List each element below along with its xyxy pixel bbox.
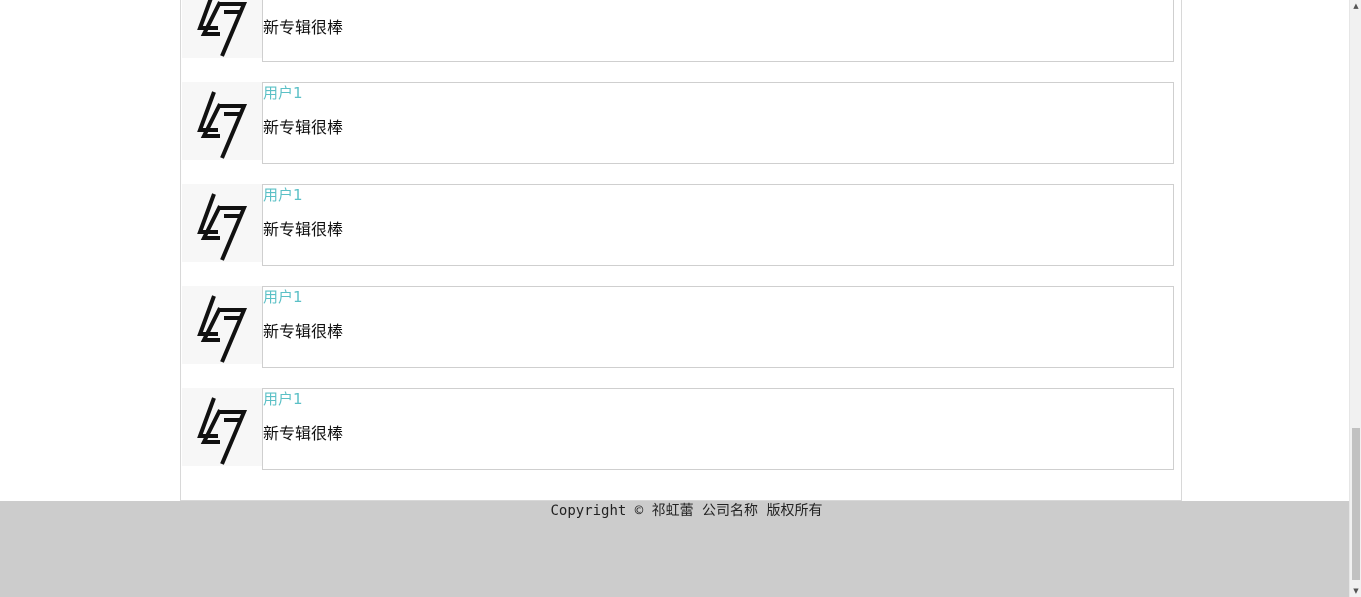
avatar[interactable] [182,286,262,364]
comment-text: 新专辑很棒 [263,18,344,37]
logo-47-icon [197,91,248,159]
comment-box: 新专辑很棒 [262,0,1174,62]
comment-text: 新专辑很棒 [263,424,344,443]
comment-username[interactable]: 用户1 [263,185,303,205]
page-viewport: 新专辑很棒 用户1 新专辑很棒 用户1 新专辑很棒 用户1 新专辑很棒 用户1 … [0,0,1349,597]
comment-item: 用户1 新专辑很棒 [182,82,1174,164]
comment-box: 用户1 新专辑很棒 [262,184,1174,266]
logo-47-icon [197,295,248,363]
logo-47-icon [197,193,248,261]
comment-item: 用户1 新专辑很棒 [182,388,1174,470]
comment-username[interactable]: 用户1 [263,389,303,409]
scrollbar-thumb[interactable] [1352,428,1360,580]
avatar[interactable] [182,388,262,466]
copyright-text: Copyright © 祁虹蕾 公司名称 版权所有 [550,503,823,519]
comment-box: 用户1 新专辑很棒 [262,388,1174,470]
comment-item: 新专辑很棒 [182,0,1174,62]
avatar[interactable] [182,82,262,160]
comment-item: 用户1 新专辑很棒 [182,184,1174,266]
logo-47-icon [197,0,248,57]
comment-text: 新专辑很棒 [263,118,344,137]
comment-box: 用户1 新专辑很棒 [262,286,1174,368]
footer: Copyright © 祁虹蕾 公司名称 版权所有 [0,501,1349,597]
logo-47-icon [197,397,248,465]
scroll-up-arrow-icon[interactable]: ▲ [1350,0,1361,12]
comment-text: 新专辑很棒 [263,220,344,239]
vertical-scrollbar[interactable]: ▲ ▼ [1349,0,1361,597]
comment-item: 用户1 新专辑很棒 [182,286,1174,368]
comment-username[interactable]: 用户1 [263,287,303,307]
scroll-down-arrow-icon[interactable]: ▼ [1350,585,1361,597]
comment-box: 用户1 新专辑很棒 [262,82,1174,164]
avatar[interactable] [182,0,262,58]
comment-text: 新专辑很棒 [263,322,344,341]
avatar[interactable] [182,184,262,262]
comment-username[interactable]: 用户1 [263,83,303,103]
comment-list: 新专辑很棒 用户1 新专辑很棒 用户1 新专辑很棒 用户1 新专辑很棒 用户1 … [180,0,1182,501]
